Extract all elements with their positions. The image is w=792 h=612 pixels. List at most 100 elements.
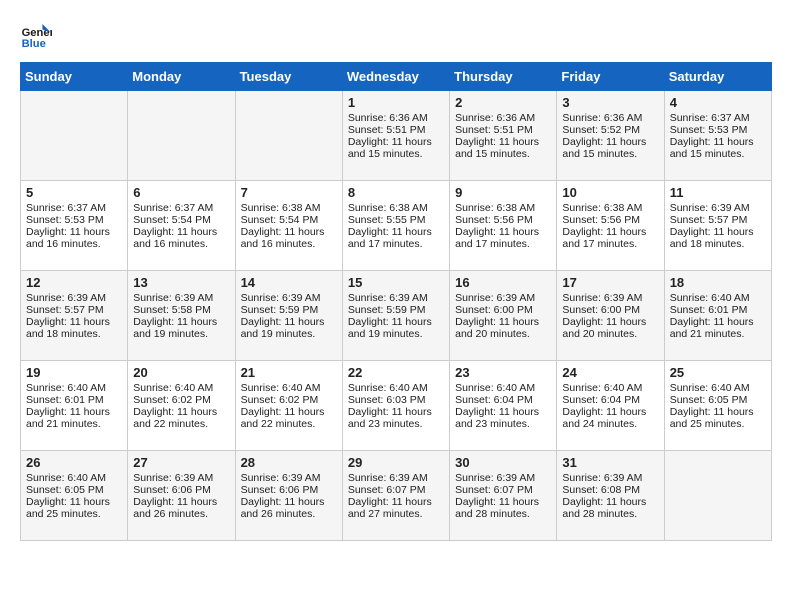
day-info: Sunset: 6:04 PM <box>455 394 551 406</box>
calendar-cell: 3Sunrise: 6:36 AMSunset: 5:52 PMDaylight… <box>557 91 664 181</box>
calendar-cell: 6Sunrise: 6:37 AMSunset: 5:54 PMDaylight… <box>128 181 235 271</box>
day-header-friday: Friday <box>557 63 664 91</box>
calendar-cell: 27Sunrise: 6:39 AMSunset: 6:06 PMDayligh… <box>128 451 235 541</box>
day-number: 17 <box>562 275 658 290</box>
calendar-cell: 13Sunrise: 6:39 AMSunset: 5:58 PMDayligh… <box>128 271 235 361</box>
day-header-saturday: Saturday <box>664 63 771 91</box>
day-number: 24 <box>562 365 658 380</box>
day-info: Sunrise: 6:38 AM <box>455 202 551 214</box>
day-number: 11 <box>670 185 766 200</box>
day-info: Daylight: 11 hours and 15 minutes. <box>562 136 658 160</box>
day-number: 9 <box>455 185 551 200</box>
day-info: Sunrise: 6:40 AM <box>133 382 229 394</box>
day-info: Sunrise: 6:40 AM <box>26 382 122 394</box>
day-info: Daylight: 11 hours and 17 minutes. <box>348 226 444 250</box>
day-info: Sunrise: 6:40 AM <box>562 382 658 394</box>
day-number: 25 <box>670 365 766 380</box>
day-number: 18 <box>670 275 766 290</box>
day-number: 8 <box>348 185 444 200</box>
day-info: Sunrise: 6:39 AM <box>455 472 551 484</box>
day-info: Sunset: 6:06 PM <box>133 484 229 496</box>
day-info: Sunset: 6:07 PM <box>348 484 444 496</box>
calendar-cell: 31Sunrise: 6:39 AMSunset: 6:08 PMDayligh… <box>557 451 664 541</box>
day-info: Sunrise: 6:40 AM <box>26 472 122 484</box>
calendar-cell <box>21 91 128 181</box>
day-info: Sunset: 5:54 PM <box>133 214 229 226</box>
day-info: Sunset: 5:56 PM <box>562 214 658 226</box>
week-row-3: 12Sunrise: 6:39 AMSunset: 5:57 PMDayligh… <box>21 271 772 361</box>
day-info: Daylight: 11 hours and 15 minutes. <box>455 136 551 160</box>
calendar-cell: 7 Sunrise: 6:38 AMSunset: 5:54 PMDaylight… <box>235 181 342 271</box>
day-info: Sunrise: 6:39 AM <box>26 292 122 304</box>
day-info: Daylight: 11 hours and 16 minutes. <box>26 226 122 250</box>
day-info: Sunset: 6:03 PM <box>348 394 444 406</box>
day-info: Sunset: 6:05 PM <box>26 484 122 496</box>
day-info: Sunset: 5:53 PM <box>26 214 122 226</box>
day-number: 23 <box>455 365 551 380</box>
day-info: Sunset: 5:52 PM <box>562 124 658 136</box>
day-info: Sunset: 5:56 PM <box>455 214 551 226</box>
calendar-cell: 14Sunrise: 6:39 AMSunset: 5:59 PMDayligh… <box>235 271 342 361</box>
day-number: 26 <box>26 455 122 470</box>
calendar-cell: 1Sunrise: 6:36 AMSunset: 5:51 PMDaylight… <box>342 91 449 181</box>
calendar-cell: 26 Sunrise: 6:40 AMSunset: 6:05 PMDayligh… <box>21 451 128 541</box>
day-info: Sunset: 5:59 PM <box>348 304 444 316</box>
day-number: 21 <box>241 365 337 380</box>
day-number: 29 <box>348 455 444 470</box>
day-info: Sunset: 5:55 PM <box>348 214 444 226</box>
day-info: Sunrise: 6:38 AM <box>348 202 444 214</box>
day-info: Sunset: 6:00 PM <box>455 304 551 316</box>
calendar-cell: 9Sunrise: 6:38 AMSunset: 5:56 PMDaylight… <box>450 181 557 271</box>
day-info: Sunset: 6:07 PM <box>455 484 551 496</box>
calendar-cell <box>128 91 235 181</box>
day-number: 5 <box>26 185 122 200</box>
calendar-cell: 4Sunrise: 6:37 AMSunset: 5:53 PMDaylight… <box>664 91 771 181</box>
calendar-cell: 25Sunrise: 6:40 AMSunset: 6:05 PMDayligh… <box>664 361 771 451</box>
logo: General Blue <box>20 20 56 52</box>
day-info: Daylight: 11 hours and 25 minutes. <box>26 496 122 520</box>
day-info: Sunset: 6:04 PM <box>562 394 658 406</box>
day-header-thursday: Thursday <box>450 63 557 91</box>
day-info: Daylight: 11 hours and 27 minutes. <box>348 496 444 520</box>
day-number: 7 <box>241 185 337 200</box>
day-info: Daylight: 11 hours and 16 minutes. <box>241 226 337 250</box>
day-info: Daylight: 11 hours and 15 minutes. <box>670 136 766 160</box>
day-info: Daylight: 11 hours and 18 minutes. <box>670 226 766 250</box>
day-number: 15 <box>348 275 444 290</box>
day-number: 31 <box>562 455 658 470</box>
day-info: Sunrise: 6:39 AM <box>133 472 229 484</box>
day-info: Sunrise: 6:40 AM <box>348 382 444 394</box>
calendar-cell: 30Sunrise: 6:39 AMSunset: 6:07 PMDayligh… <box>450 451 557 541</box>
day-info: Sunrise: 6:36 AM <box>455 112 551 124</box>
day-number: 13 <box>133 275 229 290</box>
calendar-cell: 11Sunrise: 6:39 AMSunset: 5:57 PMDayligh… <box>664 181 771 271</box>
day-info: Sunset: 6:05 PM <box>670 394 766 406</box>
calendar-cell: 17Sunrise: 6:39 AMSunset: 6:00 PMDayligh… <box>557 271 664 361</box>
day-info: Daylight: 11 hours and 22 minutes. <box>133 406 229 430</box>
day-info: Sunset: 5:58 PM <box>133 304 229 316</box>
day-info: Sunset: 5:54 PM <box>241 214 337 226</box>
day-number: 16 <box>455 275 551 290</box>
week-row-2: 5Sunrise: 6:37 AMSunset: 5:53 PMDaylight… <box>21 181 772 271</box>
svg-text:Blue: Blue <box>22 38 46 50</box>
day-info: Sunset: 5:57 PM <box>26 304 122 316</box>
day-number: 19 <box>26 365 122 380</box>
day-info: Sunset: 6:00 PM <box>562 304 658 316</box>
day-header-sunday: Sunday <box>21 63 128 91</box>
calendar-cell: 5Sunrise: 6:37 AMSunset: 5:53 PMDaylight… <box>21 181 128 271</box>
day-info: Sunrise: 6:38 AM <box>241 202 337 214</box>
calendar-cell: 18Sunrise: 6:40 AMSunset: 6:01 PMDayligh… <box>664 271 771 361</box>
day-number: 28 <box>241 455 337 470</box>
calendar-cell: 29Sunrise: 6:39 AMSunset: 6:07 PMDayligh… <box>342 451 449 541</box>
day-number: 3 <box>562 95 658 110</box>
day-header-monday: Monday <box>128 63 235 91</box>
calendar-cell: 20Sunrise: 6:40 AMSunset: 6:02 PMDayligh… <box>128 361 235 451</box>
week-row-5: 26Sunrise: 6:40 AMSunset: 6:05 PMDayligh… <box>21 451 772 541</box>
day-info: Sunset: 6:06 PM <box>241 484 337 496</box>
day-info: Daylight: 11 hours and 18 minutes. <box>26 316 122 340</box>
day-info: Daylight: 11 hours and 20 minutes. <box>455 316 551 340</box>
day-info: Daylight: 11 hours and 19 minutes. <box>133 316 229 340</box>
day-info: Sunrise: 6:40 AM <box>670 292 766 304</box>
day-info: Daylight: 11 hours and 20 minutes. <box>562 316 658 340</box>
day-info: Sunset: 6:01 PM <box>670 304 766 316</box>
